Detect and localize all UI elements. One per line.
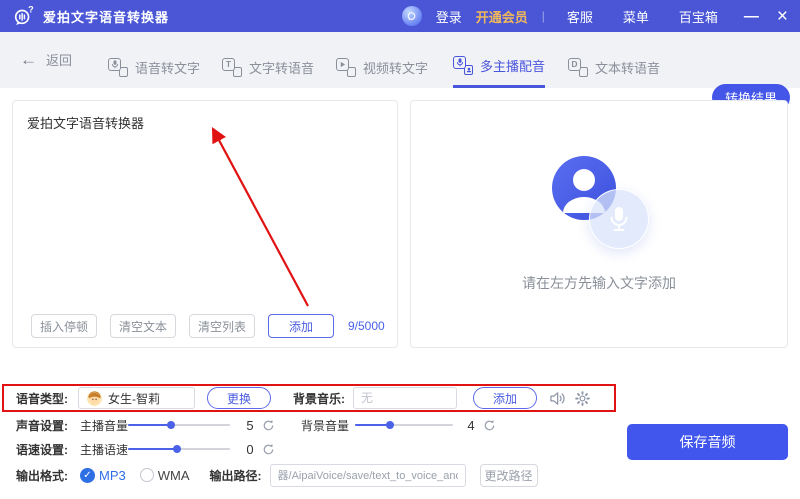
output-format-label: 输出格式:	[16, 468, 68, 483]
unchecked-radio-icon	[139, 468, 154, 482]
volume-settings-row: 声音设置: 主播音量 5 背景音量 4	[16, 414, 496, 436]
anchor-placeholder-icon	[547, 155, 651, 249]
anchor-volume-label: 主播音量	[80, 418, 129, 433]
voice-type-label: 语音类型:	[16, 391, 68, 406]
preview-hint-text: 请在左方先输入文字添加	[522, 275, 676, 291]
voice-type-row: 语音类型: 女生-智莉 更换 背景音乐: 添加	[16, 387, 590, 409]
text-voice-doc-icon: D	[568, 57, 588, 77]
anchor-preview-panel: 请在左方先输入文字添加	[410, 100, 788, 348]
char-counter: 9/5000	[348, 319, 385, 333]
toolbox-link[interactable]: 百宝箱	[679, 7, 718, 26]
tab-label: 语音转文字	[135, 60, 201, 76]
tab-label: 文本转语音	[595, 60, 661, 76]
wma-label: WMA	[157, 467, 190, 483]
text-doc-icon: T	[222, 57, 242, 77]
red-annotation-arrow	[211, 127, 309, 307]
speed-settings-label: 语速设置:	[16, 442, 68, 457]
voice-name: 女生-智莉	[108, 391, 160, 406]
bgm-label: 背景音乐:	[293, 391, 345, 406]
checked-radio-icon: ✓	[80, 467, 95, 483]
tab-text-to-voice[interactable]: D 文本转语音	[568, 46, 660, 88]
tab-multi-anchor-dubbing[interactable]: 多主播配音	[453, 46, 546, 88]
title-bar: ? 爱拍文字语音转换器 登录 开通会员 | 客服 菜单 百宝箱 — ×	[0, 0, 800, 32]
anchor-mic-icon	[453, 56, 473, 75]
anchor-speed-slider[interactable]	[128, 442, 230, 456]
login-link[interactable]: 登录	[436, 7, 462, 26]
voice-select-box[interactable]: 女生-智莉	[78, 387, 195, 409]
tab-video-to-text[interactable]: 视频转文字	[336, 46, 428, 88]
add-bgm-button[interactable]: 添加	[473, 387, 537, 409]
sound-settings-label: 声音设置:	[16, 418, 68, 433]
voice-avatar	[87, 390, 102, 406]
reset-bg-volume-icon[interactable]	[483, 419, 496, 432]
text-editor-panel: 爱拍文字语音转换器 插入停顿 清空文本 清空列表 添加 9/5000	[12, 100, 398, 348]
tab-bar: ← 返回 语音转文字 T 文字转语音 视频转文字 多主播配音 D 文本转语音 转…	[0, 32, 800, 111]
save-audio-button[interactable]: 保存音频	[627, 424, 788, 460]
app-logo-icon: ?	[12, 5, 35, 27]
bg-volume-slider[interactable]	[355, 418, 453, 432]
reset-anchor-speed-icon[interactable]	[262, 443, 275, 456]
customer-service-link[interactable]: 客服	[567, 7, 593, 26]
clear-list-button[interactable]: 清空列表	[189, 314, 255, 338]
speed-settings-row: 语速设置: 主播语速 0	[16, 438, 275, 460]
mic-doc-icon	[108, 57, 128, 77]
bgm-input[interactable]	[353, 387, 457, 409]
video-doc-icon	[336, 57, 356, 77]
output-path-label: 输出路径:	[209, 468, 262, 483]
editor-button-row: 插入停顿 清空文本 清空列表 添加 9/5000	[31, 314, 385, 338]
back-label: 返回	[46, 53, 73, 68]
vip-link[interactable]: 开通会员	[476, 7, 528, 26]
tab-label: 文字转语音	[249, 60, 315, 76]
anchor-speed-label: 主播语速	[80, 442, 129, 457]
add-button[interactable]: 添加	[268, 314, 334, 338]
svg-text:?: ?	[28, 5, 34, 14]
tab-label: 视频转文字	[363, 60, 429, 76]
speaker-icon[interactable]	[549, 391, 566, 406]
tab-label: 多主播配音	[480, 59, 546, 74]
anchor-volume-slider[interactable]	[128, 418, 230, 432]
minimize-button[interactable]: —	[740, 8, 763, 25]
wma-radio[interactable]: WMA	[139, 467, 190, 483]
anchor-volume-value: 5	[246, 417, 254, 433]
text-input-area[interactable]: 爱拍文字语音转换器	[27, 113, 144, 132]
menu-link[interactable]: 菜单	[623, 7, 649, 26]
titlebar-divider: |	[541, 9, 545, 23]
app-window: ? 爱拍文字语音转换器 登录 开通会员 | 客服 菜单 百宝箱 — × ← 返回	[0, 0, 800, 499]
mp3-label: MP3	[99, 467, 126, 483]
reset-anchor-volume-icon[interactable]	[262, 419, 275, 432]
mp3-radio[interactable]: ✓ MP3	[80, 467, 126, 483]
bg-volume-value: 4	[467, 417, 475, 433]
change-path-button[interactable]: 更改路径	[479, 463, 538, 487]
user-avatar[interactable]	[401, 6, 422, 26]
output-settings-row: 输出格式: ✓ MP3 WMA 输出路径: 更改路径	[16, 463, 538, 487]
microphone-icon	[589, 189, 649, 249]
tab-speech-to-text[interactable]: 语音转文字	[108, 46, 200, 88]
change-voice-button[interactable]: 更换	[207, 387, 271, 409]
tab-text-to-speech[interactable]: T 文字转语音	[222, 46, 314, 88]
insert-pause-button[interactable]: 插入停顿	[31, 314, 97, 338]
back-arrow-icon: ←	[20, 50, 37, 69]
gear-icon[interactable]	[575, 390, 590, 406]
bg-volume-label: 背景音量	[301, 418, 350, 433]
app-title: 爱拍文字语音转换器	[43, 9, 170, 25]
clear-text-button[interactable]: 清空文本	[110, 314, 176, 338]
output-path-input[interactable]	[269, 463, 466, 487]
anchor-speed-value: 0	[246, 441, 254, 457]
close-button[interactable]: ×	[773, 7, 792, 26]
back-button[interactable]: ← 返回	[20, 50, 72, 69]
